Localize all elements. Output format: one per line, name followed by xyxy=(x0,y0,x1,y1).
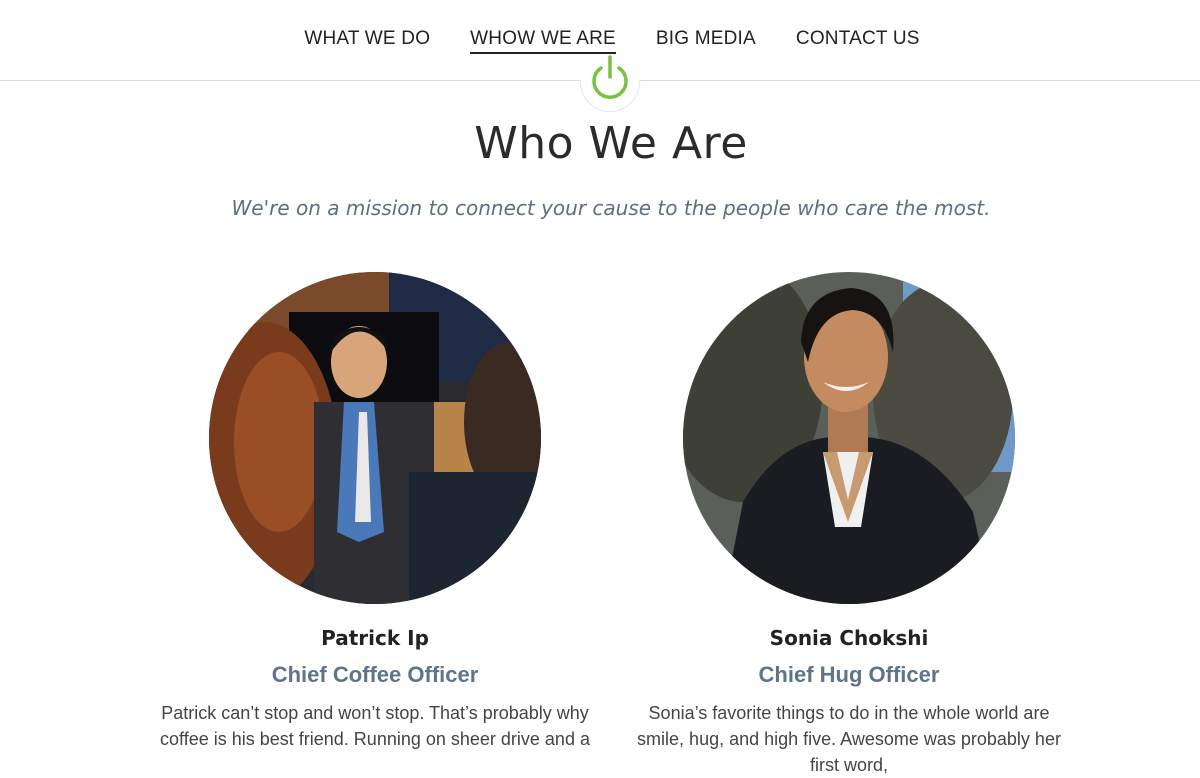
team-member-card: Patrick Ip Chief Coffee Officer Patrick … xyxy=(145,272,605,752)
nav-who-we-are[interactable]: WHOW WE ARE xyxy=(470,28,616,54)
member-name: Patrick Ip xyxy=(321,626,429,650)
member-photo xyxy=(683,272,1015,604)
member-bio: Sonia’s favorite things to do in the who… xyxy=(637,703,1061,775)
nav-contact-us[interactable]: CONTACT US xyxy=(796,28,920,54)
team-member-card: Sonia Chokshi Chief Hug Officer Sonia’s … xyxy=(619,272,1079,778)
nav-what-we-do[interactable]: WHAT WE DO xyxy=(304,28,430,54)
member-bio: Patrick can’t stop and won’t stop. That’… xyxy=(160,703,590,749)
member-name: Sonia Chokshi xyxy=(769,626,929,650)
nav-big-media[interactable]: BIG MEDIA xyxy=(656,28,756,54)
member-role: Chief Hug Officer xyxy=(758,662,940,687)
power-icon[interactable] xyxy=(588,55,632,101)
nav-links: WHAT WE DO WHOW WE ARE BIG MEDIA CONTACT… xyxy=(0,28,1200,54)
member-photo xyxy=(209,272,541,604)
member-role: Chief Coffee Officer xyxy=(271,662,479,687)
page-tagline: We're on a mission to connect your cause… xyxy=(231,196,991,220)
page-title: Who We Are xyxy=(474,118,748,169)
